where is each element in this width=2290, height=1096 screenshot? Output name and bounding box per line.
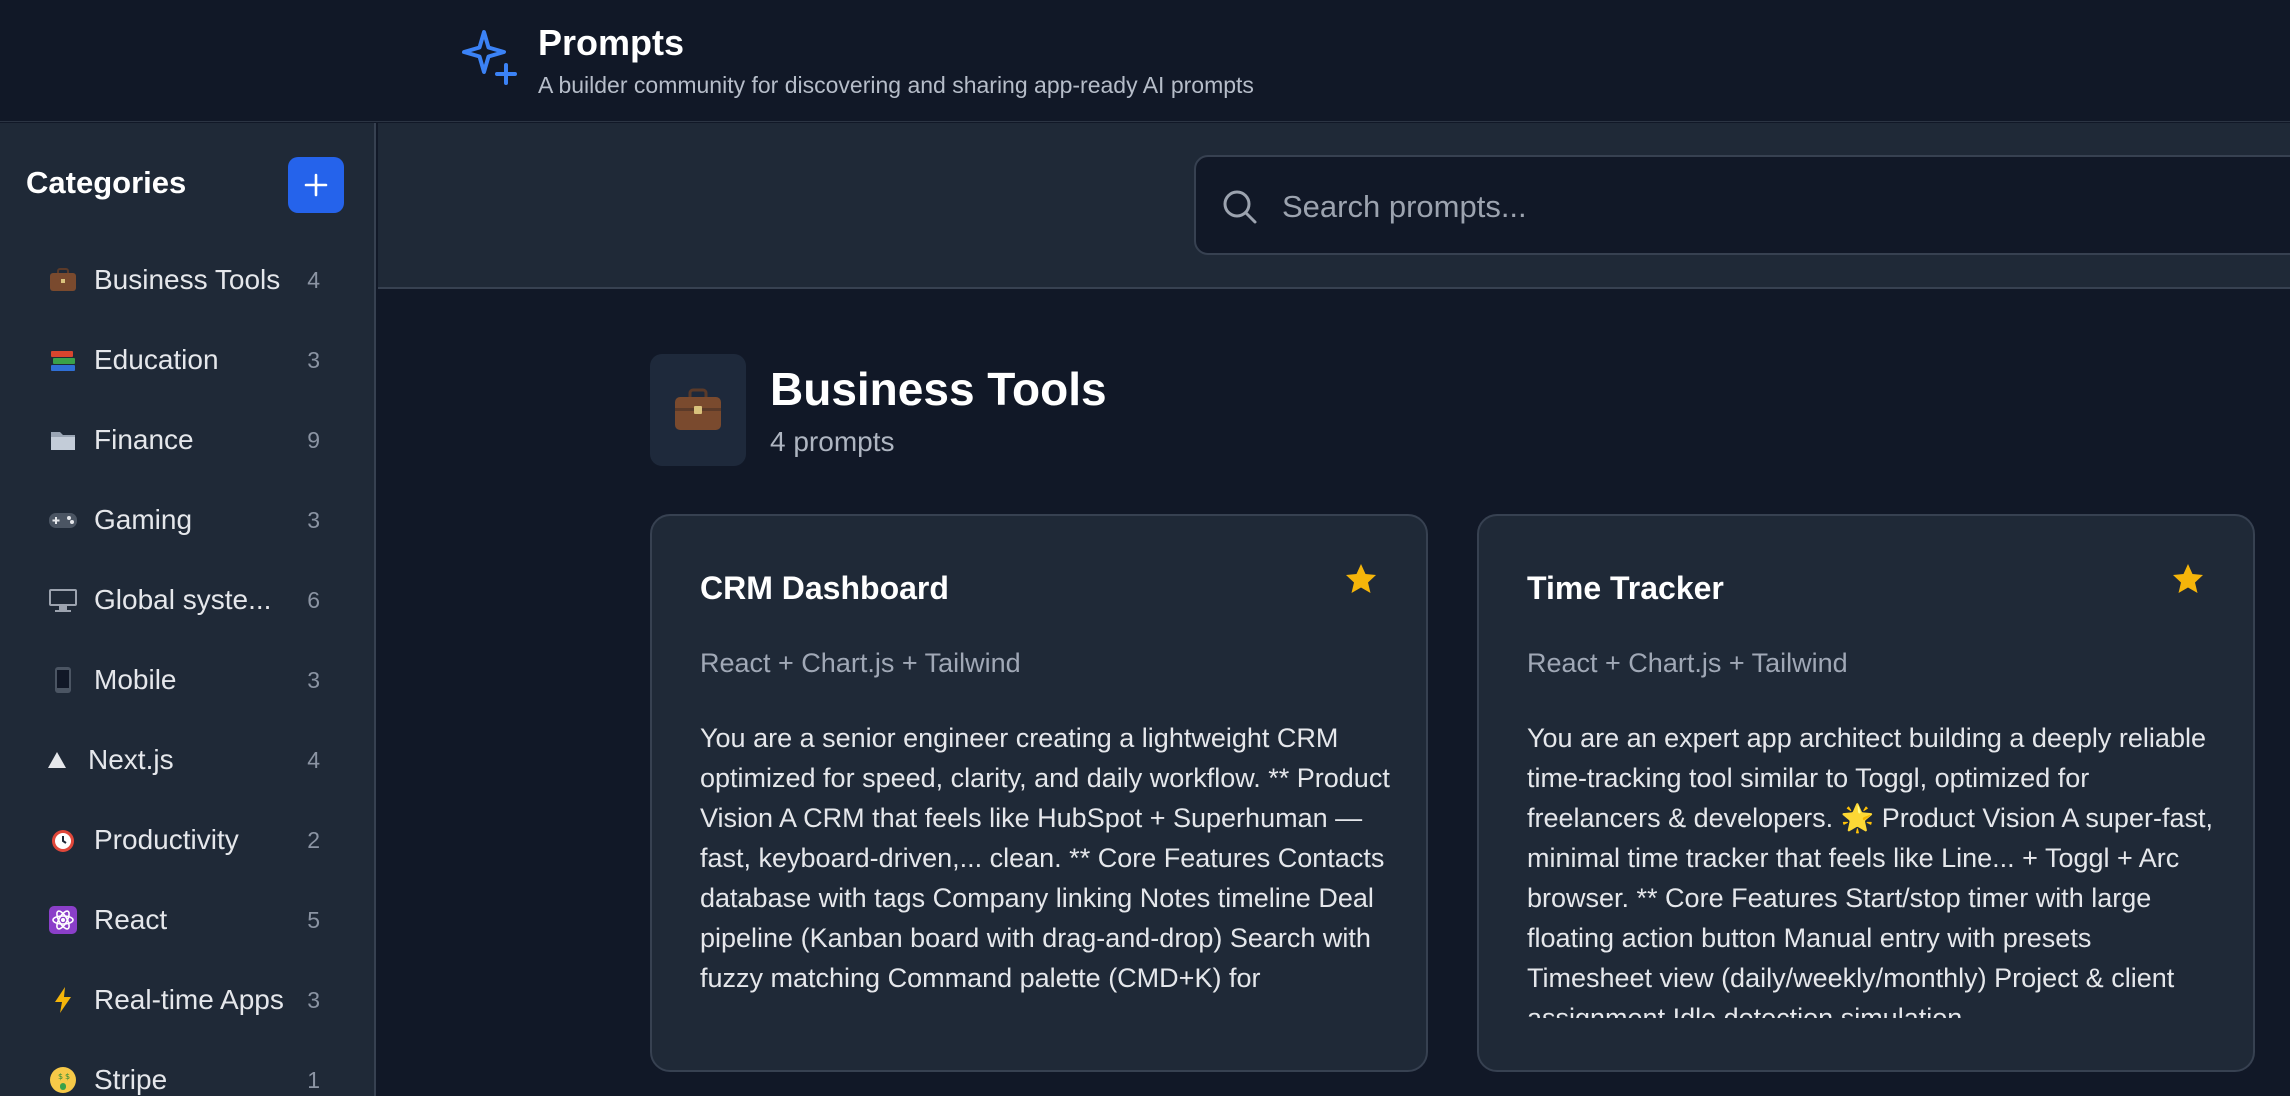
sidebar-item-productivity[interactable]: Productivity 2 [0,813,374,893]
folder-icon [48,413,78,467]
search-bar-area [378,123,2290,289]
search-box[interactable] [1194,155,2290,255]
game-controller-icon [48,493,78,547]
category-list: Business Tools 4 Education 3 Finance 9 G… [0,253,374,1096]
categories-sidebar: Categories Business Tools 4 Education 3 … [0,123,376,1096]
top-header: Prompts A builder community for discover… [0,0,2290,122]
category-title: Business Tools [770,363,1107,415]
sidebar-item-label: Education [94,344,219,375]
card-description: You are an expert app architect building… [1527,723,2213,1018]
sparkles-icon [462,30,517,85]
sidebar-item-label: React [94,904,168,935]
sidebar-item-label: Global syste... [94,584,272,615]
sidebar-item-education[interactable]: Education 3 [0,333,374,413]
sidebar-item-count: 3 [307,666,320,693]
sidebar-item-count: 5 [307,906,320,933]
plus-icon [304,173,328,197]
sidebar-item-label: Stripe [94,1064,168,1095]
app-title: Prompts [538,22,685,63]
money-face-icon: $ $ [48,1053,78,1096]
sidebar-item-finance[interactable]: Finance 9 [0,413,374,493]
sidebar-item-count: 4 [307,266,320,293]
add-category-button[interactable] [288,157,344,213]
sidebar-item-label: Real-time Apps [94,984,284,1015]
svg-text:$: $ [58,1072,63,1081]
sidebar-item-count: 3 [307,986,320,1013]
card-tech-stack: React + Chart.js + Tailwind [1527,648,1848,678]
sidebar-item-count: 4 [307,746,320,773]
briefcase-icon [675,388,721,430]
desktop-computer-icon [48,573,78,627]
sidebar-item-label: Mobile [94,664,177,695]
star-icon[interactable] [1344,562,1378,596]
sidebar-item-business-tools[interactable]: Business Tools 4 [0,253,374,333]
search-icon [1223,190,1257,224]
sidebar-item-label: Gaming [94,504,193,535]
sidebar-item-realtime-apps[interactable]: Real-time Apps 3 [0,973,374,1053]
lightning-icon [48,973,78,1027]
sidebar-item-label: Finance [94,424,194,455]
card-title: CRM Dashboard [700,570,949,606]
sidebar-item-label: Business Tools [94,264,281,295]
alarm-clock-icon [48,813,78,867]
sidebar-item-count: 9 [307,426,320,453]
category-prompt-count: 4 prompts [770,426,895,457]
app-subtitle: A builder community for discovering and … [538,72,1254,98]
atom-icon [48,893,78,947]
sidebar-item-count: 2 [307,826,320,853]
sidebar-heading: Categories [26,165,187,200]
prompt-card[interactable]: Time Tracker React + Chart.js + Tailwind… [1477,514,2255,1072]
star-icon[interactable] [2171,562,2205,596]
sidebar-item-label: Productivity [94,824,239,855]
search-input[interactable] [1282,177,2282,237]
sidebar-item-count: 3 [307,346,320,373]
sidebar-item-count: 3 [307,506,320,533]
sidebar-item-count: 6 [307,586,320,613]
triangle-icon [42,733,72,787]
card-tech-stack: React + Chart.js + Tailwind [700,648,1021,678]
sidebar-item-mobile[interactable]: Mobile 3 [0,653,374,733]
card-title: Time Tracker [1527,570,1724,606]
books-icon [48,333,78,387]
category-header-icon [650,354,746,466]
card-description: You are a senior engineer creating a lig… [700,723,1390,993]
sidebar-item-nextjs[interactable]: Next.js 4 [0,733,374,813]
sidebar-item-react[interactable]: React 5 [0,893,374,973]
svg-text:$: $ [65,1072,70,1081]
mobile-phone-icon [48,653,78,707]
prompt-card[interactable]: CRM Dashboard React + Chart.js + Tailwin… [650,514,1428,1072]
sidebar-item-global-systems[interactable]: Global syste... 6 [0,573,374,653]
briefcase-icon [48,253,78,307]
sidebar-item-count: 1 [307,1066,320,1093]
sidebar-item-stripe[interactable]: $ $ Stripe 1 [0,1053,374,1096]
sidebar-item-gaming[interactable]: Gaming 3 [0,493,374,573]
sidebar-item-label: Next.js [88,744,174,775]
